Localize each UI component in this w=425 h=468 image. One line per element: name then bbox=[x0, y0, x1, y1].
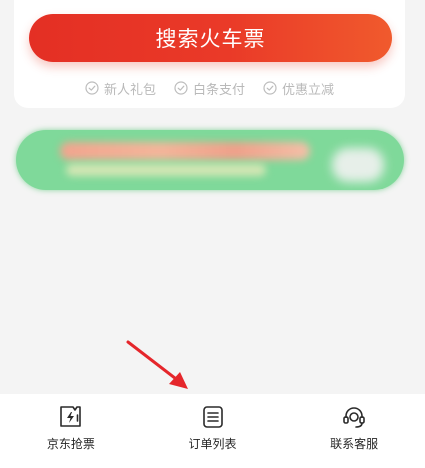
perks-row: 新人礼包 白条支付 优惠立减 bbox=[14, 76, 405, 100]
check-circle-icon bbox=[85, 81, 99, 95]
search-train-ticket-button[interactable]: 搜索火车票 bbox=[29, 14, 392, 62]
order-list-icon bbox=[202, 406, 223, 428]
perk-item: 优惠立减 bbox=[263, 76, 334, 100]
tab-label: 订单列表 bbox=[188, 437, 237, 451]
tab-customer-service[interactable]: 联系客服 bbox=[283, 394, 425, 468]
ticket-lightning-icon bbox=[60, 406, 81, 427]
customer-service-headset-icon bbox=[343, 407, 365, 428]
perk-label: 新人礼包 bbox=[103, 82, 156, 98]
perk-item: 白条支付 bbox=[174, 76, 245, 100]
perk-item: 新人礼包 bbox=[85, 76, 156, 100]
search-button-label: 搜索火车票 bbox=[155, 27, 266, 51]
red-arrow-icon bbox=[126, 340, 188, 389]
tab-ticket-grab[interactable]: 京东抢票 bbox=[0, 394, 142, 468]
banner-blurred-subtext bbox=[66, 164, 266, 176]
banner-blurred-text bbox=[60, 142, 310, 160]
bottom-tab-bar: 京东抢票 订单列表 联系客服 bbox=[0, 394, 425, 468]
perk-label: 白条支付 bbox=[192, 82, 245, 98]
promo-banner[interactable] bbox=[16, 130, 404, 190]
tab-label: 联系客服 bbox=[330, 437, 379, 451]
perk-label: 优惠立减 bbox=[282, 82, 335, 98]
tab-order-list[interactable]: 订单列表 bbox=[142, 394, 284, 468]
check-circle-icon bbox=[263, 81, 277, 95]
banner-blurred-image bbox=[332, 148, 384, 182]
tab-label: 京东抢票 bbox=[46, 437, 95, 451]
check-circle-icon bbox=[174, 81, 188, 95]
